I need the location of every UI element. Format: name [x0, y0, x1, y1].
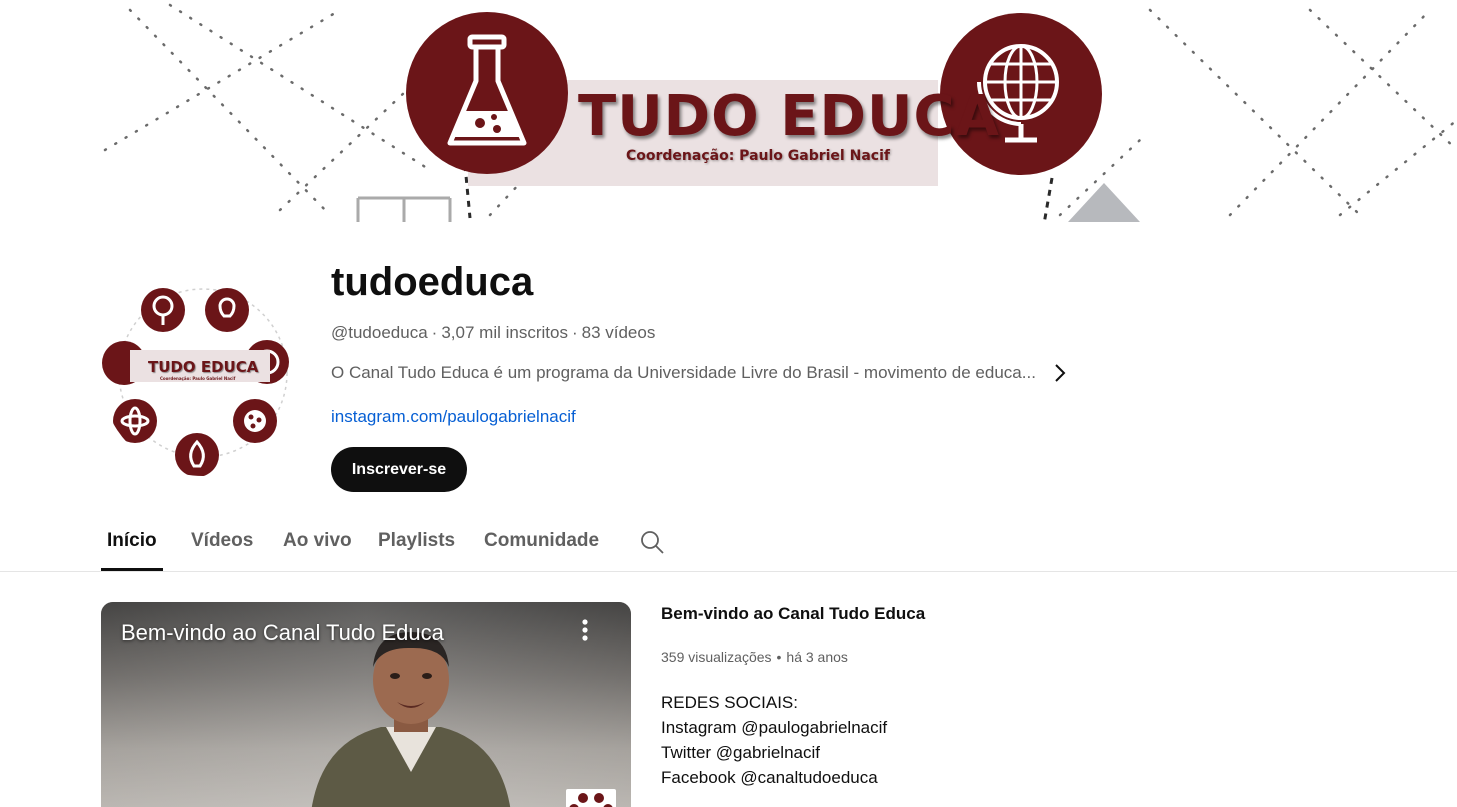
subscriber-count: 3,07 mil inscritos	[441, 323, 568, 342]
separator-dot: ·	[571, 323, 578, 342]
featured-video-title[interactable]: Bem-vindo ao Canal Tudo Educa	[661, 604, 925, 624]
tab-inicio[interactable]: Início	[101, 530, 163, 571]
separator-dot: •	[776, 649, 782, 665]
description-text[interactable]: O Canal Tudo Educa é um programa da Univ…	[331, 363, 1036, 383]
tab-playlists[interactable]: Playlists	[378, 530, 455, 571]
avatar-subtitle: Coordenação: Paulo Gabriel Nacif	[160, 376, 236, 381]
tab-ao-vivo[interactable]: Ao vivo	[283, 530, 352, 571]
subscribe-button[interactable]: Inscrever-se	[331, 447, 467, 492]
tab-comunidade[interactable]: Comunidade	[484, 530, 599, 571]
description-line: Twitter @gabrielnacif	[661, 743, 820, 762]
description-line: REDES SOCIAIS:	[661, 693, 798, 712]
featured-video-player[interactable]: Bem-vindo ao Canal Tudo Educa	[101, 602, 631, 807]
channel-avatar[interactable]: TUDO EDUCA Coordenação: Paulo Gabriel Na…	[100, 270, 306, 476]
description-line: Instagram @paulogabrielnacif	[661, 718, 888, 737]
flask-icon	[406, 12, 568, 174]
channel-link[interactable]: instagram.com/paulogabrielnacif	[331, 407, 576, 427]
presenter-figure	[311, 632, 511, 807]
avatar-title: TUDO EDUCA	[148, 358, 259, 376]
featured-video-stats: 359 visualizações • há 3 anos	[661, 649, 848, 665]
banner-subtitle: Coordenação: Paulo Gabriel Nacif	[626, 148, 890, 164]
separator-dot: ·	[431, 323, 438, 342]
channel-meta: @tudoeduca · 3,07 mil inscritos · 83 vídeos	[331, 323, 655, 343]
search-icon[interactable]	[640, 530, 664, 559]
channel-handle: @tudoeduca	[331, 323, 428, 342]
channel-watermark	[566, 789, 616, 807]
view-count: 359 visualizações	[661, 649, 772, 665]
banner-title: TUDO EDUCA	[578, 84, 1000, 149]
description-line: Facebook @canaltudoeduca	[661, 768, 878, 787]
channel-name: tudoeduca	[331, 260, 534, 304]
channel-banner: TUDO EDUCA Coordenação: Paulo Gabriel Na…	[100, 0, 1457, 225]
video-count: 83 vídeos	[581, 323, 656, 342]
channel-tabs: Início Vídeos Ao vivo Playlists Comunida…	[0, 518, 1457, 572]
upload-age: há 3 anos	[786, 649, 848, 665]
featured-video-description: REDES SOCIAIS: Instagram @paulogabrielna…	[661, 690, 887, 790]
chevron-right-icon[interactable]	[1054, 363, 1066, 383]
video-overlay-title[interactable]: Bem-vindo ao Canal Tudo Educa	[121, 620, 444, 646]
more-vert-icon[interactable]	[575, 617, 595, 643]
tab-videos[interactable]: Vídeos	[191, 530, 253, 571]
channel-description[interactable]: O Canal Tudo Educa é um programa da Univ…	[331, 363, 1066, 383]
